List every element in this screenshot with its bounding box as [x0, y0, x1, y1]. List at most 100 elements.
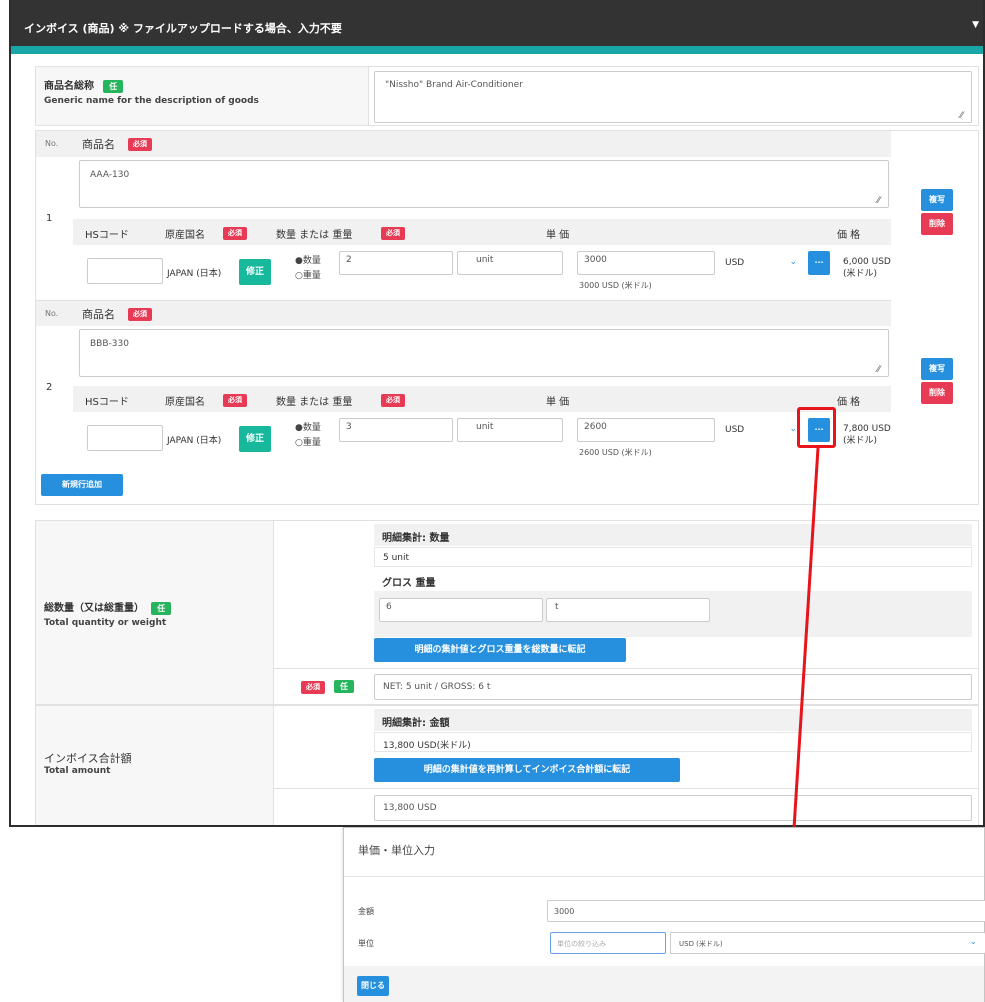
generic-name-textarea[interactable]: "Nissho" Brand Air-Conditioner: [374, 71, 972, 123]
total-amount-label-cell: インボイス合計額 Total amount: [36, 706, 274, 825]
highlight-box: [797, 407, 836, 448]
total-amount-label-en: Total amount: [44, 766, 111, 776]
item-1-price: 6,000 USD (米ドル): [843, 256, 891, 280]
invoice-goods-panel: インボイス (商品) ※ ファイルアップロードする場合、入力不要 ▼ 商品名総称…: [9, 0, 985, 827]
unit-filter-input[interactable]: 単位の絞り込み: [550, 932, 666, 954]
item-1-delete-button[interactable]: 削除: [921, 213, 953, 235]
price-currency-sub: (米ドル): [843, 436, 878, 446]
item-1-origin-value: JAPAN (日本): [167, 269, 222, 279]
resize-handle-icon[interactable]: ⁄⁄: [960, 111, 963, 121]
generic-name-label-cell: 商品名総称 任 Generic name for the description…: [36, 67, 369, 125]
item-2-header-row: No. 商品名 必須: [36, 300, 891, 326]
item-2-qty-input[interactable]: 3: [339, 418, 453, 442]
item-2-currency-select[interactable]: USD ⌄: [719, 418, 805, 442]
price-value: 7,800 USD: [843, 424, 891, 434]
optional-badge: 任: [334, 680, 354, 693]
price-value: 6,000 USD: [843, 257, 891, 267]
optional-badge: 任: [103, 80, 124, 93]
item-2-origin-value: JAPAN (日本): [167, 436, 222, 446]
gross-weight-label: グロス 重量: [382, 578, 436, 589]
item-1-unit-price-note: 3000 USD (米ドル): [579, 281, 652, 290]
item-1-unit-dialog-button[interactable]: ...: [808, 251, 830, 275]
total-amount-label-ja: インボイス合計額: [44, 752, 132, 765]
generic-name-label-ja: 商品名総称: [44, 81, 94, 92]
add-row-button[interactable]: 新規行追加: [41, 474, 123, 496]
divider: [274, 668, 978, 669]
item-2-price: 7,800 USD (米ドル): [843, 423, 891, 447]
amount-label: 金額: [358, 907, 374, 916]
item-1-currency-select[interactable]: USD ⌄: [719, 251, 805, 275]
panel-header[interactable]: インボイス (商品) ※ ファイルアップロードする場合、入力不要 ▼: [11, 0, 983, 46]
resize-handle-icon[interactable]: ⁄⁄: [877, 196, 880, 206]
required-badge: 必須: [128, 138, 152, 151]
item-1-radio-quantity[interactable]: ●数量: [295, 255, 321, 267]
item-1-name-textarea[interactable]: AAA-130: [79, 160, 889, 208]
detail-amount-label: 明細集計: 金額: [374, 709, 972, 731]
unit-price-header: 単 価: [546, 230, 570, 241]
item-2-unit-price-input[interactable]: 2600: [577, 418, 715, 442]
unit-label: 単位: [358, 939, 374, 948]
product-name-header: 商品名: [82, 308, 115, 321]
gross-weight-unit[interactable]: t: [546, 598, 710, 622]
unit-select[interactable]: USD (米ドル) ⌄: [670, 932, 985, 954]
item-1-header-row: No. 商品名 必須: [36, 131, 891, 157]
modal-title: 単価・単位入力: [358, 844, 435, 857]
close-button[interactable]: 閉じる: [357, 976, 389, 996]
required-badge: 必須: [381, 394, 405, 407]
resize-handle-icon[interactable]: ⁄⁄: [877, 365, 880, 375]
required-badge: 必須: [381, 227, 405, 240]
no-header: No.: [45, 139, 59, 148]
no-header: No.: [45, 309, 59, 318]
total-amount-input[interactable]: 13,800 USD: [374, 795, 972, 821]
origin-header: 原産国名: [165, 397, 205, 408]
modal-footer: [344, 966, 984, 1002]
item-2-hs-code-input[interactable]: [87, 425, 163, 451]
detail-amount-value: 13,800 USD(米ドル): [374, 732, 972, 752]
item-2-name-textarea[interactable]: BBB-330: [79, 329, 889, 377]
generic-name-label-en: Generic name for the description of good…: [44, 96, 259, 106]
required-badge: 必須: [301, 681, 325, 694]
chevron-down-icon: ⌄: [969, 937, 977, 947]
item-2-fix-origin-button[interactable]: 修正: [239, 426, 271, 452]
unit-price-header: 単 価: [546, 397, 570, 408]
item-2-radio-weight[interactable]: ○重量: [295, 437, 321, 449]
amount-input[interactable]: 3000: [547, 900, 985, 922]
item-2-delete-button[interactable]: 削除: [921, 382, 953, 404]
chevron-down-icon: ⌄: [789, 257, 797, 267]
item-2-qty-unit[interactable]: unit: [457, 418, 563, 442]
total-quantity-section: 総数量（又は総重量） 任 Total quantity or weight 明細…: [35, 520, 979, 705]
total-quantity-label-ja: 総数量（又は総重量）: [44, 603, 144, 614]
total-quantity-summary-input[interactable]: NET: 5 unit / GROSS: 6 t: [374, 674, 972, 700]
item-1-radio-weight[interactable]: ○重量: [295, 270, 321, 282]
item-1-no: 1: [46, 213, 53, 224]
price-header: 価 格: [837, 397, 861, 408]
generic-name-section: 商品名総称 任 Generic name for the description…: [35, 66, 979, 126]
transfer-total-button[interactable]: 明細の集計値とグロス重量を総数量に転記: [374, 638, 626, 662]
currency-value: USD: [725, 258, 745, 268]
item-1-hs-code-input[interactable]: [87, 258, 163, 284]
item-1-fix-origin-button[interactable]: 修正: [239, 259, 271, 285]
collapse-caret-icon[interactable]: ▼: [972, 20, 979, 30]
price-header: 価 格: [837, 230, 861, 241]
product-name-header: 商品名: [82, 138, 115, 151]
item-1-unit-price-input[interactable]: 3000: [577, 251, 715, 275]
item-1-qty-unit[interactable]: unit: [457, 251, 563, 275]
qty-weight-header: 数量 または 重量: [276, 230, 353, 241]
recalc-total-button[interactable]: 明細の集計値を再計算してインボイス合計額に転記: [374, 758, 680, 782]
hs-code-header: HSコード: [85, 397, 129, 408]
total-quantity-label-cell: 総数量（又は総重量） 任 Total quantity or weight: [36, 521, 274, 704]
item-2-unit-price-note: 2600 USD (米ドル): [579, 448, 652, 457]
divider: [274, 788, 978, 789]
hs-code-header: HSコード: [85, 230, 129, 241]
item-2-copy-button[interactable]: 複写: [921, 358, 953, 380]
qty-weight-header: 数量 または 重量: [276, 397, 353, 408]
item-1-copy-button[interactable]: 複写: [921, 189, 953, 211]
item-2-radio-quantity[interactable]: ●数量: [295, 422, 321, 434]
panel-title: インボイス (商品) ※ ファイルアップロードする場合、入力不要: [24, 22, 342, 35]
unit-select-value: USD (米ドル): [679, 940, 723, 948]
chevron-down-icon: ⌄: [789, 424, 797, 434]
detail-qty-label: 明細集計: 数量: [374, 524, 972, 546]
gross-weight-input[interactable]: 6: [379, 598, 543, 622]
origin-header: 原産国名: [165, 230, 205, 241]
item-1-qty-input[interactable]: 2: [339, 251, 453, 275]
